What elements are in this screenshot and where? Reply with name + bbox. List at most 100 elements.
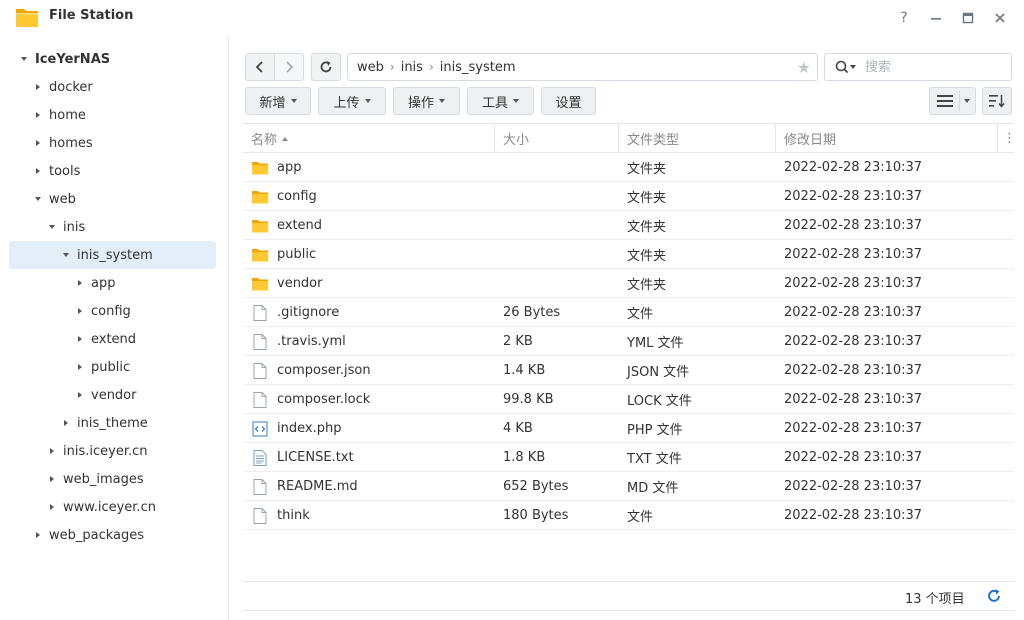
table-row[interactable]: .travis.yml 2 KB YML 文件 2022-02-28 23:10:37 <box>243 327 1014 356</box>
sidebar-item-label: web_images <box>63 471 144 487</box>
chevron-down-icon[interactable] <box>61 250 71 260</box>
sidebar-item-inis-system[interactable]: inis_system <box>9 241 216 269</box>
sidebar-item-app[interactable]: app <box>9 269 216 297</box>
sidebar-item-inis[interactable]: inis <box>9 213 216 241</box>
sidebar-item-label: inis <box>63 219 86 235</box>
tools-button[interactable]: 工具 <box>467 87 534 115</box>
column-options-icon[interactable]: ⋮ <box>998 124 1016 153</box>
chevron-right-icon[interactable] <box>75 390 85 400</box>
code-file-icon <box>251 420 269 438</box>
table-header: 名称 大小 文件类型 修改日期 ⋮ <box>243 123 1016 153</box>
table-row[interactable]: composer.lock 99.8 KB LOCK 文件 2022-02-28 23… <box>243 385 1014 414</box>
sidebar-item-label: web_packages <box>49 527 145 543</box>
sidebar-item-vendor[interactable]: vendor <box>9 381 216 409</box>
sidebar-item-label: inis_system <box>77 247 153 263</box>
table-row[interactable]: public 文件夹 2022-02-28 23:10:37 <box>243 240 1014 269</box>
action-button-label: 操作 <box>407 95 434 111</box>
chevron-right-icon[interactable] <box>33 530 43 540</box>
view-mode-button[interactable] <box>929 87 976 115</box>
sidebar-item-web-images[interactable]: web_images <box>9 465 216 493</box>
star-icon[interactable]: ★ <box>797 58 811 77</box>
sidebar-item-docker[interactable]: docker <box>9 73 216 101</box>
file-name-cell: public <box>251 240 316 269</box>
sidebar-item-public[interactable]: public <box>9 353 216 381</box>
tools-button-label: 工具 <box>481 95 508 111</box>
minimize-icon[interactable] <box>926 8 946 28</box>
folder-icon <box>251 159 269 177</box>
chevron-right-icon[interactable] <box>75 334 85 344</box>
chevron-right-icon[interactable] <box>61 418 71 428</box>
table-row[interactable]: index.php 4 KB PHP 文件 2022-02-28 23:10:37 <box>243 414 1014 443</box>
table-row[interactable]: composer.json 1.4 KB JSON 文件 2022-02-28 23:… <box>243 356 1014 385</box>
refresh-button[interactable] <box>311 53 341 81</box>
sidebar-item-config[interactable]: config <box>9 297 216 325</box>
path-segment-inis-system[interactable]: inis_system <box>440 60 516 75</box>
chevron-right-icon[interactable] <box>47 502 57 512</box>
sidebar-item-label: web <box>49 191 76 207</box>
path-segment-web[interactable]: web <box>357 60 384 75</box>
table-row[interactable]: config 文件夹 2022-02-28 23:10:37 <box>243 182 1014 211</box>
chevron-down-icon[interactable] <box>47 222 57 232</box>
path-bar[interactable]: web › inis › inis_system ★ <box>347 53 818 81</box>
search-input[interactable] <box>865 59 1005 75</box>
sort-icon <box>989 95 1005 108</box>
sidebar-item-extend[interactable]: extend <box>9 325 216 353</box>
file-name: think <box>277 508 310 523</box>
sidebar-item-label: inis_theme <box>77 415 148 431</box>
upload-button-label: 上传 <box>333 95 360 111</box>
table-row[interactable]: app 文件夹 2022-02-28 23:10:37 <box>243 153 1014 182</box>
settings-button[interactable]: 设置 <box>541 87 596 115</box>
sidebar-item-inis-iceyer-cn[interactable]: inis.iceyer.cn <box>9 437 216 465</box>
chevron-right-icon[interactable] <box>75 278 85 288</box>
column-header-type[interactable]: 文件类型 <box>619 124 776 153</box>
create-button[interactable]: 新增 <box>245 87 311 115</box>
file-modified-date: 2022-02-28 23:10:37 <box>784 276 923 291</box>
path-separator-icon: › <box>389 60 395 74</box>
chevron-right-icon[interactable] <box>33 110 43 120</box>
chevron-right-icon[interactable] <box>47 446 57 456</box>
chevron-right-icon[interactable] <box>33 138 43 148</box>
column-header-date[interactable]: 修改日期 <box>776 124 998 153</box>
chevron-right-icon[interactable] <box>47 474 57 484</box>
maximize-icon[interactable] <box>958 8 978 28</box>
chevron-down-icon[interactable] <box>33 194 43 204</box>
chevron-right-icon[interactable] <box>33 82 43 92</box>
table-row[interactable]: .gitignore 26 Bytes 文件 2022-02-28 23:10:37 <box>243 298 1014 327</box>
search-box[interactable] <box>824 53 1012 81</box>
table-row[interactable]: README.md 652 Bytes MD 文件 2022-02-28 23:10:… <box>243 472 1014 501</box>
sidebar-item-homes[interactable]: homes <box>9 129 216 157</box>
table-row[interactable]: think 180 Bytes 文件 2022-02-28 23:10:37 <box>243 501 1014 530</box>
close-icon[interactable] <box>990 8 1010 28</box>
sidebar-item-label: tools <box>49 163 81 179</box>
sidebar-item-home[interactable]: home <box>9 101 216 129</box>
file-modified-date: 2022-02-28 23:10:37 <box>784 247 923 262</box>
path-segment-inis[interactable]: inis <box>401 60 423 75</box>
sidebar-item-label: home <box>49 107 86 123</box>
sidebar-item-www-iceyer-cn[interactable]: www.iceyer.cn <box>9 493 216 521</box>
chevron-right-icon[interactable] <box>75 306 85 316</box>
table-row[interactable]: extend 文件夹 2022-02-28 23:10:37 <box>243 211 1014 240</box>
search-icon[interactable] <box>835 60 857 74</box>
sidebar-item-web-packages[interactable]: web_packages <box>9 521 216 549</box>
forward-button[interactable] <box>274 53 304 81</box>
help-icon[interactable]: ? <box>894 8 914 28</box>
table-row[interactable]: vendor 文件夹 2022-02-28 23:10:37 <box>243 269 1014 298</box>
column-header-size[interactable]: 大小 <box>495 124 619 153</box>
back-button[interactable] <box>245 53 275 81</box>
sidebar-item-inis-theme[interactable]: inis_theme <box>9 409 216 437</box>
chevron-down-icon[interactable] <box>19 54 29 64</box>
file-modified-date: 2022-02-28 23:10:37 <box>784 421 923 436</box>
sidebar-item-iceyernas[interactable]: IceYerNAS <box>9 45 216 73</box>
sort-button[interactable] <box>982 87 1012 115</box>
action-button[interactable]: 操作 <box>393 87 460 115</box>
file-name-cell: .travis.yml <box>251 327 346 356</box>
sidebar-item-web[interactable]: web <box>9 185 216 213</box>
column-header-name[interactable]: 名称 <box>243 124 495 153</box>
refresh-icon[interactable] <box>986 588 1002 604</box>
sidebar-item-label: www.iceyer.cn <box>63 499 156 515</box>
table-row[interactable]: LICENSE.txt 1.8 KB TXT 文件 2022-02-28 23:10:… <box>243 443 1014 472</box>
chevron-right-icon[interactable] <box>33 166 43 176</box>
upload-button[interactable]: 上传 <box>318 87 386 115</box>
sidebar-item-tools[interactable]: tools <box>9 157 216 185</box>
chevron-right-icon[interactable] <box>75 362 85 372</box>
